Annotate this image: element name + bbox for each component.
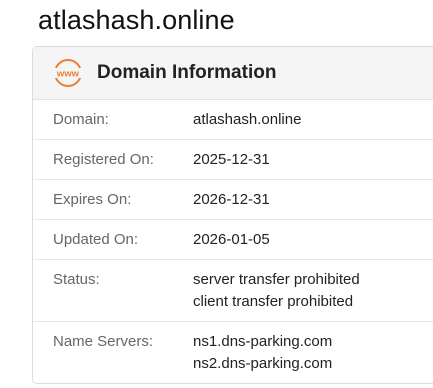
name-server-value: ns1.dns-parking.com <box>193 333 333 350</box>
row-label: Name Servers: <box>53 333 154 350</box>
status-value: server transfer prohibited <box>193 271 360 288</box>
domain-info-card: www Domain Information Domain: atlashash… <box>32 46 433 384</box>
row-value: 2025-12-31 <box>193 149 270 171</box>
row-registered-on: Registered On: 2025-12-31 <box>33 140 433 180</box>
updated-on-value: 2026-01-05 <box>193 230 270 248</box>
row-value: 2026-01-05 <box>193 229 270 251</box>
row-label: Registered On: <box>53 151 154 168</box>
row-value: atlashash.online <box>193 109 301 131</box>
card-title: Domain Information <box>97 62 277 83</box>
page-title: atlashash.online <box>38 5 235 35</box>
www-globe-icon: www <box>53 58 83 88</box>
domain-value: atlashash.online <box>193 110 302 128</box>
row-value: 2026-12-31 <box>193 189 270 211</box>
row-expires-on: Expires On: 2026-12-31 <box>33 180 433 220</box>
row-label: Status: <box>53 271 100 288</box>
svg-text:www: www <box>56 69 80 80</box>
row-domain: Domain: atlashash.online <box>33 100 433 140</box>
row-name-servers: Name Servers: ns1.dns-parking.com ns2.dn… <box>33 322 433 383</box>
row-status: Status: server transfer prohibited clien… <box>33 260 433 322</box>
row-value: server transfer prohibited client transf… <box>193 269 360 321</box>
row-label: Expires On: <box>53 191 132 208</box>
card-header: www Domain Information <box>33 47 433 100</box>
page: atlashash.online www Domain Information … <box>0 0 433 388</box>
row-updated-on: Updated On: 2026-01-05 <box>33 220 433 260</box>
expires-on-value: 2026-12-31 <box>193 190 270 208</box>
row-value: ns1.dns-parking.com ns2.dns-parking.com <box>193 331 333 383</box>
name-server-value: ns2.dns-parking.com <box>193 355 333 372</box>
row-label: Updated On: <box>53 231 139 248</box>
info-rows: Domain: atlashash.online Registered On: … <box>33 100 433 383</box>
row-label: Domain: <box>53 111 109 128</box>
status-value: client transfer prohibited <box>193 293 354 310</box>
registered-on-value: 2025-12-31 <box>193 150 270 168</box>
